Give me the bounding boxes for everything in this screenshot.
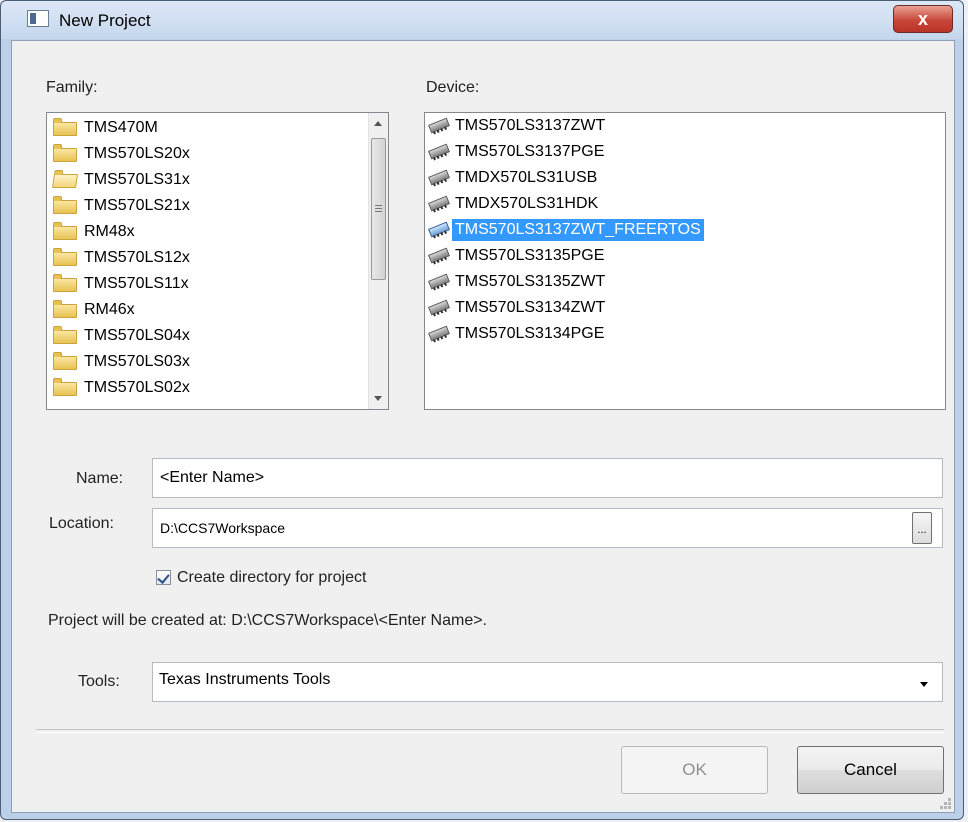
close-icon: x [917, 9, 928, 29]
device-list-item[interactable]: TMS570LS3135PGE [425, 243, 945, 269]
family-item-label: RM46x [84, 301, 135, 318]
chip-icon [428, 273, 450, 290]
device-list-item[interactable]: TMS570LS3134ZWT [425, 295, 945, 321]
chip-icon [428, 299, 450, 316]
window-icon [27, 10, 49, 27]
device-item-label: TMS570LS3137ZWT [455, 117, 606, 134]
device-item-label: TMDX570LS31HDK [455, 195, 599, 212]
chevron-down-icon[interactable] [920, 682, 928, 687]
close-button[interactable]: x [893, 5, 953, 33]
resize-grip[interactable] [938, 796, 952, 810]
device-item-label: TMS570LS3137PGE [455, 143, 605, 160]
create-directory-label[interactable]: Create directory for project [177, 569, 366, 587]
tools-label: Tools: [78, 673, 120, 690]
device-listbox[interactable]: TMS570LS3137ZWT TMS570LS3137PGE TMDX570LS3… [424, 112, 946, 410]
folder-icon [53, 248, 77, 266]
chip-icon [428, 169, 450, 186]
scroll-up-arrow-icon[interactable] [374, 121, 382, 126]
folder-icon [53, 118, 77, 136]
family-item-label: RM48x [84, 223, 135, 240]
chip-icon [428, 195, 450, 212]
family-list-item[interactable]: TMS570LS11x [47, 271, 369, 297]
family-list-item[interactable]: TMS570LS02x [47, 375, 369, 401]
scrollbar-thumb[interactable] [371, 138, 386, 280]
family-item-label: TMS570LS02x [84, 379, 190, 396]
family-list-item[interactable]: RM46x [47, 297, 369, 323]
family-item-label: TMS470M [84, 119, 158, 136]
location-label: Location: [49, 515, 114, 532]
family-list-item[interactable]: TMS570LS12x [47, 245, 369, 271]
family-item-label: TMS570LS21x [84, 197, 190, 214]
device-item-label: TMS570LS3134PGE [455, 325, 605, 342]
tools-dropdown[interactable]: Texas Instruments Tools [152, 662, 943, 702]
ok-button[interactable]: OK [621, 746, 768, 794]
chip-icon [428, 143, 450, 160]
folder-icon [53, 196, 77, 214]
family-list-item[interactable]: TMS570LS04x [47, 323, 369, 349]
title-bar[interactable]: New Project x [1, 1, 963, 39]
device-item-label: TMS570LS3134ZWT [455, 299, 606, 316]
location-input[interactable]: D:\CCS7Workspace [152, 508, 943, 548]
device-list-item[interactable]: TMDX570LS31USB [425, 165, 945, 191]
device-label: Device: [426, 79, 480, 96]
folder-icon [53, 144, 77, 162]
tools-selected-value: Texas Instruments Tools [159, 671, 331, 688]
chip-icon [428, 117, 450, 134]
device-list-item[interactable]: TMS570LS3135ZWT [425, 269, 945, 295]
chip-icon [428, 247, 450, 264]
footer-separator [36, 729, 944, 733]
family-item-label: TMS570LS31x [84, 171, 190, 188]
family-item-label: TMS570LS20x [84, 145, 190, 162]
family-listbox[interactable]: TMS470M TMS570LS20x TMS570LS31x TMS570LS21x… [46, 112, 389, 410]
device-list-item[interactable]: TMS570LS3137PGE [425, 139, 945, 165]
family-label: Family: [46, 79, 98, 96]
family-scrollbar[interactable] [368, 113, 388, 409]
family-list-item[interactable]: TMS570LS03x [47, 349, 369, 375]
folder-icon [53, 378, 77, 396]
device-item-label: TMS570LS3135ZWT [455, 273, 606, 290]
chip-icon [428, 221, 450, 238]
device-list-item[interactable]: TMDX570LS31HDK [425, 191, 945, 217]
project-name-input[interactable]: <Enter Name> [152, 458, 943, 498]
family-list-item[interactable]: TMS570LS31x [47, 167, 369, 193]
folder-icon [53, 352, 77, 370]
cancel-button[interactable]: Cancel [797, 746, 944, 794]
device-item-label: TMS570LS3135PGE [455, 247, 605, 264]
checkmark-icon [157, 571, 170, 584]
family-item-label: TMS570LS04x [84, 327, 190, 344]
device-list-item[interactable]: TMS570LS3137ZWT_FREERTOS [425, 217, 945, 243]
folder-icon [53, 274, 77, 292]
device-list-item[interactable]: TMS570LS3134PGE [425, 321, 945, 347]
project-path-text: Project will be created at: D:\CCS7Works… [48, 612, 487, 629]
family-item-label: TMS570LS12x [84, 249, 190, 266]
folder-icon [53, 326, 77, 344]
window-title: New Project [59, 11, 151, 30]
folder-icon [52, 174, 78, 188]
create-directory-checkbox[interactable] [156, 570, 171, 585]
family-list-item[interactable]: TMS570LS21x [47, 193, 369, 219]
family-item-label: TMS570LS03x [84, 353, 190, 370]
name-label: Name: [76, 470, 124, 487]
device-item-label: TMDX570LS31USB [455, 169, 598, 186]
device-list-item[interactable]: TMS570LS3137ZWT [425, 113, 945, 139]
family-item-label: TMS570LS11x [84, 275, 189, 292]
family-list-item[interactable]: TMS470M [47, 115, 369, 141]
scroll-down-arrow-icon[interactable] [374, 396, 382, 401]
browse-button[interactable]: ... [912, 512, 932, 544]
family-list-item[interactable]: RM48x [47, 219, 369, 245]
folder-icon [53, 300, 77, 318]
folder-icon [53, 222, 77, 240]
device-item-label: TMS570LS3137ZWT_FREERTOS [452, 219, 704, 241]
family-list-item[interactable]: TMS570LS20x [47, 141, 369, 167]
chip-icon [428, 325, 450, 342]
